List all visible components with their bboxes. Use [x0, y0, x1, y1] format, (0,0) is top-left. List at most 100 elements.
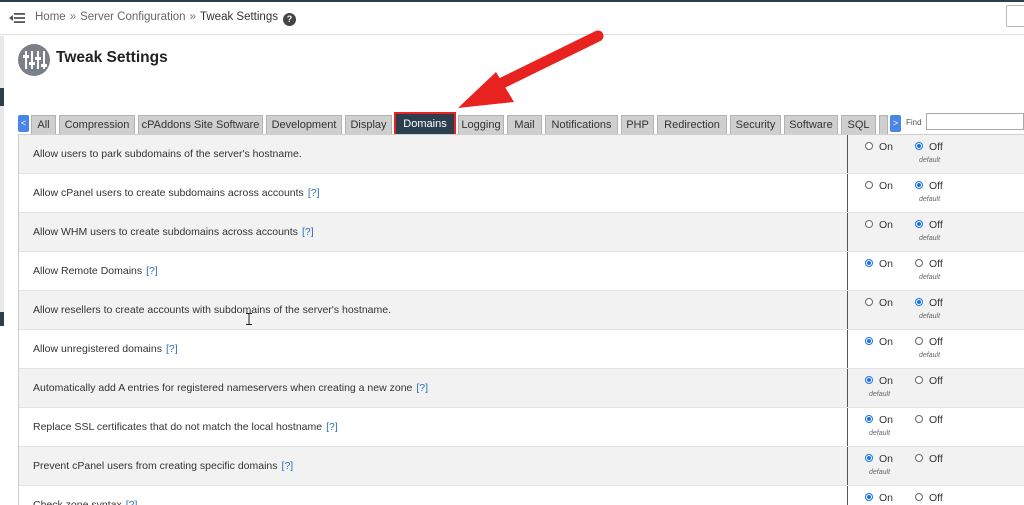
menu-toggle-icon[interactable]: [9, 11, 25, 25]
tab-mail[interactable]: Mail: [507, 115, 542, 134]
top-right-control[interactable]: [1006, 5, 1024, 27]
radio-off-label: Off: [929, 375, 943, 387]
setting-off-option[interactable]: Off: [915, 141, 943, 153]
page-title: Tweak Settings: [56, 49, 168, 66]
default-indicator: default: [919, 274, 941, 281]
radio-on[interactable]: [865, 337, 873, 345]
setting-help-link[interactable]: [?]: [326, 421, 338, 433]
setting-row: Allow cPanel users to create subdomains …: [19, 174, 1024, 213]
setting-on-option[interactable]: On: [865, 492, 893, 504]
radio-off[interactable]: [915, 298, 923, 306]
radio-off[interactable]: [915, 337, 923, 345]
tab-display[interactable]: Display: [345, 115, 392, 134]
radio-on[interactable]: [865, 181, 873, 189]
radio-on-label: On: [879, 492, 894, 504]
tab-logging[interactable]: Logging: [458, 115, 504, 134]
column-divider: [847, 369, 848, 407]
default-indicator: default: [869, 430, 891, 437]
default-indicator: default: [919, 157, 941, 164]
tab-cpaddons-site-software[interactable]: cPAddons Site Software: [138, 115, 263, 134]
setting-off-option[interactable]: Off: [915, 414, 943, 426]
setting-label-text: Check zone syntax: [33, 499, 122, 505]
tab-sql[interactable]: SQL: [841, 115, 876, 134]
setting-label: Allow WHM users to create subdomains acr…: [33, 226, 314, 238]
setting-help-link[interactable]: [?]: [166, 343, 178, 355]
setting-help-link[interactable]: [?]: [126, 499, 138, 505]
setting-help-link[interactable]: [?]: [308, 187, 320, 199]
radio-off[interactable]: [915, 142, 923, 150]
radio-on[interactable]: [865, 259, 873, 267]
tabs-next-button[interactable]: >: [890, 115, 901, 132]
setting-on-option[interactable]: On: [865, 375, 893, 387]
column-divider: [847, 291, 848, 329]
setting-on-option[interactable]: On: [865, 453, 893, 465]
left-nav-marker: [0, 312, 4, 326]
red-arrow-annotation: [458, 30, 604, 108]
breadcrumb-server-configuration[interactable]: Server Configuration: [80, 11, 185, 23]
setting-off-option[interactable]: Off: [915, 375, 943, 387]
setting-off-option[interactable]: Off: [915, 180, 943, 192]
tab-all[interactable]: All: [31, 115, 56, 134]
radio-on[interactable]: [865, 454, 873, 462]
setting-label: Allow Remote Domains [?]: [33, 265, 158, 277]
setting-on-option[interactable]: On: [865, 258, 893, 270]
radio-off[interactable]: [915, 493, 923, 501]
setting-off-option[interactable]: Off: [915, 258, 943, 270]
setting-off-option[interactable]: Off: [915, 297, 943, 309]
radio-off-label: Off: [929, 453, 943, 465]
setting-off-option[interactable]: Off: [915, 492, 943, 504]
setting-label: Check zone syntax [?]: [33, 499, 137, 505]
setting-help-link[interactable]: [?]: [146, 265, 158, 277]
radio-off[interactable]: [915, 220, 923, 228]
radio-off[interactable]: [915, 454, 923, 462]
radio-on-label: On: [879, 180, 894, 192]
default-indicator: default: [919, 352, 941, 359]
setting-on-option[interactable]: On: [865, 297, 893, 309]
setting-on-option[interactable]: On: [865, 219, 893, 231]
tab-overflow[interactable]: [879, 115, 888, 134]
setting-help-link[interactable]: [?]: [302, 226, 314, 238]
radio-on-label: On: [879, 258, 894, 270]
setting-label: Replace SSL certificates that do not mat…: [33, 421, 338, 433]
tab-domains[interactable]: Domains: [394, 112, 456, 136]
breadcrumb-separator: »: [189, 11, 196, 23]
setting-off-option[interactable]: Off: [915, 336, 943, 348]
radio-on[interactable]: [865, 493, 873, 501]
radio-on[interactable]: [865, 142, 873, 150]
setting-label: Allow users to park subdomains of the se…: [33, 148, 302, 160]
setting-label: Allow cPanel users to create subdomains …: [33, 187, 320, 199]
setting-help-link[interactable]: [?]: [282, 460, 294, 472]
setting-off-option[interactable]: Off: [915, 453, 943, 465]
radio-on-label: On: [879, 336, 894, 348]
radio-on[interactable]: [865, 376, 873, 384]
radio-off[interactable]: [915, 376, 923, 384]
radio-off[interactable]: [915, 181, 923, 189]
setting-on-option[interactable]: On: [865, 336, 893, 348]
setting-on-option[interactable]: On: [865, 180, 893, 192]
radio-on[interactable]: [865, 298, 873, 306]
tab-php[interactable]: PHP: [621, 115, 654, 134]
tab-compression[interactable]: Compression: [59, 115, 135, 134]
setting-row: Allow resellers to create accounts with …: [19, 291, 1024, 330]
tab-notifications[interactable]: Notifications: [545, 115, 618, 134]
tab-development[interactable]: Development: [266, 115, 342, 134]
setting-label-text: Allow Remote Domains: [33, 265, 143, 277]
setting-on-option[interactable]: On: [865, 141, 893, 153]
setting-help-link[interactable]: [?]: [416, 382, 428, 394]
radio-off[interactable]: [915, 259, 923, 267]
setting-off-option[interactable]: Off: [915, 219, 943, 231]
tab-redirection[interactable]: Redirection: [657, 115, 727, 134]
tab-software[interactable]: Software: [784, 115, 838, 134]
tab-security[interactable]: Security: [730, 115, 781, 134]
radio-off[interactable]: [915, 415, 923, 423]
category-tabs: < All Compression cPAddons Site Software…: [18, 112, 901, 136]
tabs-prev-button[interactable]: <: [18, 115, 29, 132]
radio-on[interactable]: [865, 220, 873, 228]
radio-off-label: Off: [929, 492, 943, 504]
breadcrumb-home[interactable]: Home: [35, 11, 66, 23]
radio-on[interactable]: [865, 415, 873, 423]
column-divider: [847, 135, 848, 173]
find-input[interactable]: [926, 113, 1024, 130]
help-icon[interactable]: ?: [282, 13, 296, 26]
setting-on-option[interactable]: On: [865, 414, 893, 426]
